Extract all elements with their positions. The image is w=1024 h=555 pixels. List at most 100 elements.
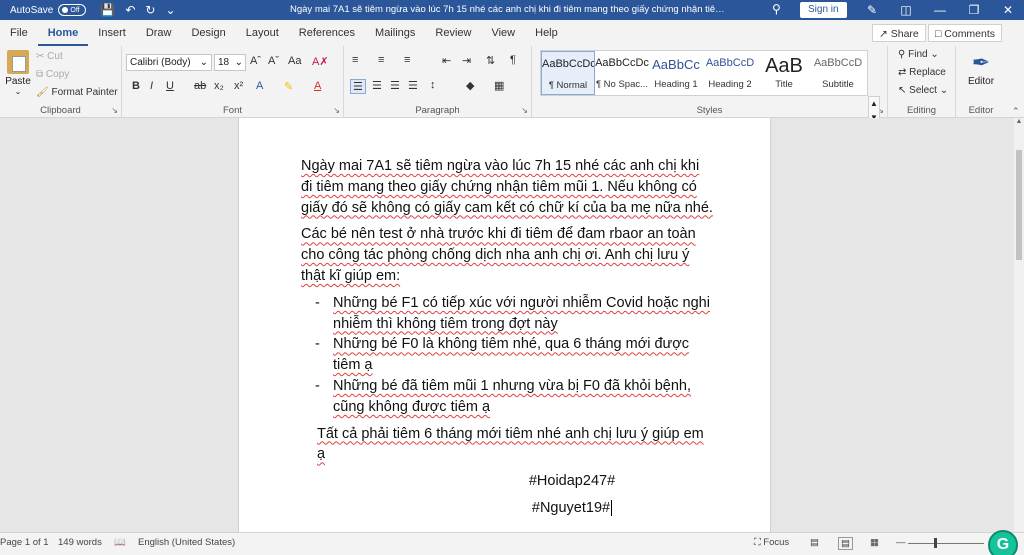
format-painter-button[interactable]: 🖌 Format Painter xyxy=(36,87,118,98)
tab-design[interactable]: Design xyxy=(181,20,235,46)
list-item[interactable]: Những bé đã tiêm mũi 1 nhưng vừa bị F0 đ… xyxy=(301,376,713,418)
pen-icon[interactable]: ✎ xyxy=(856,0,888,20)
tab-review[interactable]: Review xyxy=(425,20,481,46)
word-count[interactable]: 149 words xyxy=(58,537,102,548)
tab-references[interactable]: References xyxy=(289,20,365,46)
document-page[interactable]: Ngày mai 7A1 sẽ tiêm ngừa vào lúc 7h 15 … xyxy=(238,118,771,532)
page-count[interactable]: Page 1 of 1 xyxy=(0,537,49,548)
hashtag-1[interactable]: #Hoidap247# xyxy=(301,471,713,492)
bullets-icon[interactable]: ≡ xyxy=(352,54,358,66)
dialog-launcher-icon[interactable]: ↘ xyxy=(333,106,340,115)
shrink-font-icon[interactable]: Aˇ xyxy=(268,55,279,67)
undo-icon[interactable]: ↶ xyxy=(125,3,135,17)
change-case-icon[interactable]: Aa xyxy=(288,55,301,67)
multilevel-list-icon[interactable]: ≡ xyxy=(404,54,410,66)
decrease-indent-icon[interactable]: ⇤ xyxy=(442,54,451,67)
underline-icon[interactable]: U xyxy=(166,80,174,92)
scroll-up-icon[interactable]: ▲ xyxy=(1014,118,1024,125)
tab-insert[interactable]: Insert xyxy=(88,20,136,46)
list-item[interactable]: Những bé F1 có tiếp xúc với người nhiễm … xyxy=(301,293,713,335)
document-title: Ngày mai 7A1 sẽ tiêm ngừa vào lúc 7h 15 … xyxy=(290,4,730,15)
autosave-toggle[interactable]: Off xyxy=(58,4,87,16)
justify-icon[interactable]: ☰ xyxy=(408,79,418,92)
hashtag-2[interactable]: #Nguyet19# xyxy=(301,498,713,519)
shading-icon[interactable]: ◆ xyxy=(466,79,474,92)
collapse-ribbon-icon[interactable]: ⌃ xyxy=(1012,106,1020,117)
paragraph-2[interactable]: Các bé nên test ở nhà trước khi đi tiêm … xyxy=(301,224,713,286)
bold-icon[interactable]: B xyxy=(132,80,140,92)
minimize-button[interactable]: — xyxy=(924,0,956,20)
subscript-icon[interactable]: x₂ xyxy=(214,80,224,92)
style-normal[interactable]: AaBbCcDc ¶ Normal xyxy=(541,51,595,95)
share-button[interactable]: ↗ Share xyxy=(872,24,926,42)
replace-button[interactable]: ⇄ Replace xyxy=(898,67,946,78)
style-subtitle[interactable]: AaBbCcD Subtitle xyxy=(811,51,865,95)
increase-indent-icon[interactable]: ⇥ xyxy=(462,54,471,67)
paragraph-1[interactable]: Ngày mai 7A1 sẽ tiêm ngừa vào lúc 7h 15 … xyxy=(301,156,713,218)
copy-button[interactable]: ⧉ Copy xyxy=(36,69,69,80)
editor-button[interactable]: ✒ Editor xyxy=(964,50,998,87)
tab-help[interactable]: Help xyxy=(525,20,568,46)
maximize-button[interactable]: ❐ xyxy=(958,0,990,20)
superscript-icon[interactable]: x² xyxy=(234,80,243,92)
search-icon[interactable]: ⚲ xyxy=(772,2,781,16)
save-icon[interactable]: 💾 xyxy=(100,3,115,17)
vertical-scrollbar[interactable]: ▲ xyxy=(1014,118,1024,532)
paste-button[interactable]: Paste ⌄ xyxy=(5,50,31,96)
styles-gallery: AaBbCcDc ¶ Normal AaBbCcDc ¶ No Spac... … xyxy=(540,50,868,96)
document-content[interactable]: Ngày mai 7A1 sẽ tiêm ngừa vào lúc 7h 15 … xyxy=(301,156,713,525)
sign-in-button[interactable]: Sign in xyxy=(800,2,847,18)
find-button[interactable]: ⚲ Find ⌄ xyxy=(898,49,939,60)
customize-qat-icon[interactable]: ⌄ xyxy=(165,3,175,17)
font-color-icon[interactable]: A xyxy=(314,80,321,92)
align-left-icon[interactable]: ☰ xyxy=(350,79,366,94)
tab-layout[interactable]: Layout xyxy=(236,20,289,46)
redo-icon[interactable]: ↻ xyxy=(145,3,155,17)
web-layout-icon[interactable]: ▦ xyxy=(870,537,879,548)
borders-icon[interactable]: ▦ xyxy=(494,79,504,92)
clear-formatting-icon[interactable]: A✗ xyxy=(312,55,329,68)
numbering-icon[interactable]: ≡ xyxy=(378,54,384,66)
style-no-spacing[interactable]: AaBbCcDc ¶ No Spac... xyxy=(595,51,649,95)
align-center-icon[interactable]: ☰ xyxy=(372,79,382,92)
grammarly-icon[interactable]: G xyxy=(988,530,1018,555)
ribbon-display-icon[interactable]: ◫ xyxy=(890,0,922,20)
select-button[interactable]: ↖ Select ⌄ xyxy=(898,85,948,96)
cut-button[interactable]: ✂ Cut xyxy=(36,51,63,62)
style-heading-1[interactable]: AaBbCc Heading 1 xyxy=(649,51,703,95)
font-size-select[interactable]: 18 ⌄ xyxy=(214,54,246,71)
proofing-icon[interactable]: 📖 xyxy=(114,537,126,548)
dialog-launcher-icon[interactable]: ↘ xyxy=(111,106,118,115)
scroll-thumb[interactable] xyxy=(1016,150,1022,260)
list-item[interactable]: Những bé F0 là không tiêm nhé, qua 6 thá… xyxy=(301,334,713,376)
zoom-slider-knob[interactable] xyxy=(934,538,937,548)
comments-button[interactable]: □ Comments xyxy=(928,24,1003,42)
tab-mailings[interactable]: Mailings xyxy=(365,20,425,46)
highlight-icon[interactable]: ✎ xyxy=(284,80,293,93)
tab-file[interactable]: File xyxy=(0,20,38,46)
text-effects-icon[interactable]: A xyxy=(256,80,263,92)
sort-icon[interactable]: ⇅ xyxy=(486,54,495,67)
close-button[interactable]: ✕ xyxy=(992,0,1024,20)
paragraph-3[interactable]: Tất cả phải tiêm 6 tháng mới tiêm nhé an… xyxy=(301,424,713,466)
status-bar: Page 1 of 1 149 words 📖 English (United … xyxy=(0,532,1024,555)
print-layout-icon[interactable]: ▤ xyxy=(838,537,853,550)
line-spacing-icon[interactable]: ↕ xyxy=(430,79,436,91)
grow-font-icon[interactable]: Aˆ xyxy=(250,55,261,67)
pilcrow-icon[interactable]: ¶ xyxy=(510,54,516,66)
language[interactable]: English (United States) xyxy=(138,537,235,548)
style-heading-2[interactable]: AaBbCcD Heading 2 xyxy=(703,51,757,95)
align-right-icon[interactable]: ☰ xyxy=(390,79,400,92)
read-mode-icon[interactable]: ▤ xyxy=(810,537,819,548)
dialog-launcher-icon[interactable]: ↘ xyxy=(521,106,528,115)
tab-view[interactable]: View xyxy=(481,20,525,46)
strikethrough-icon[interactable]: ab xyxy=(194,80,206,92)
italic-icon[interactable]: I xyxy=(150,80,153,92)
tab-home[interactable]: Home xyxy=(37,20,89,46)
font-name-select[interactable]: Calibri (Body) ⌄ xyxy=(126,54,212,71)
tab-draw[interactable]: Draw xyxy=(136,20,182,46)
style-title[interactable]: AaB Title xyxy=(757,51,811,95)
zoom-slider[interactable] xyxy=(908,543,984,544)
focus-button[interactable]: ⛶ Focus xyxy=(754,537,789,548)
zoom-out-icon[interactable]: — xyxy=(896,537,906,548)
